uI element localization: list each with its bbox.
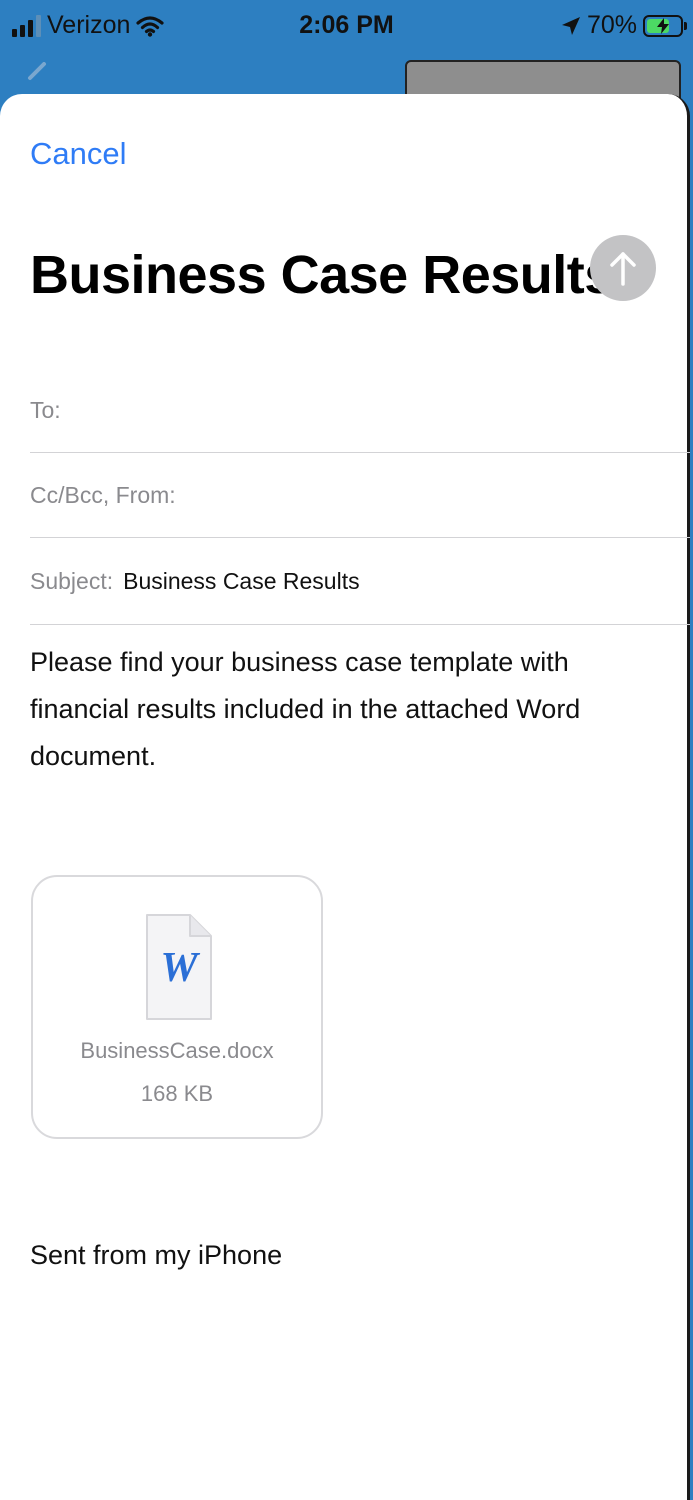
send-button[interactable] [590,235,656,301]
status-bar: Verizon 2:06 PM 70% [0,0,693,52]
subject-label: Subject: [30,567,114,594]
back-chevron-icon [28,62,46,80]
attachment-size: 168 KB [140,1081,214,1106]
cc-bcc-from-field[interactable]: Cc/Bcc, From: [30,453,690,538]
attachment-name: BusinessCase.docx [80,1038,274,1063]
to-field[interactable]: To: [30,368,690,453]
cancel-button[interactable]: Cancel [30,136,127,172]
status-right: 70% [561,11,687,40]
word-document-icon: W [144,912,214,1022]
compose-sheet: Cancel Business Case Results To: Cc/Bcc,… [0,94,690,1500]
to-label: To: [30,396,61,423]
subject-field[interactable]: Subject: Business Case Results [30,538,690,625]
arrow-up-icon [610,252,636,286]
message-body[interactable]: Please find your business case template … [30,639,630,780]
location-arrow-icon [561,16,580,35]
battery-percent: 70% [586,11,637,39]
attachment-card[interactable]: W BusinessCase.docx 168 KB [31,875,323,1139]
battery-charging-icon [643,14,687,37]
signature: Sent from my iPhone [30,1240,283,1270]
subject-value: Business Case Results [123,567,360,594]
compose-title: Business Case Results [30,245,614,305]
word-glyph: W [160,945,198,991]
cc-label: Cc/Bcc, From: [30,481,176,508]
